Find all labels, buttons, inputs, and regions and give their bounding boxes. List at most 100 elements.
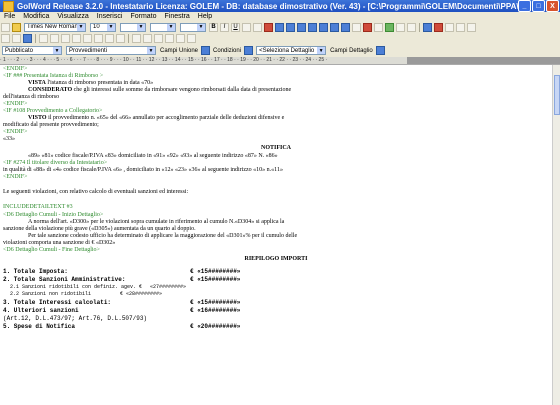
scrollbar-thumb[interactable] [554,75,560,115]
paste-icon[interactable] [467,22,476,32]
menu-finestra[interactable]: Finestra [165,13,190,20]
align-left-icon[interactable] [275,22,284,32]
color-select[interactable]: ▼ [180,22,206,32]
minimize-button[interactable]: _ [518,0,531,12]
menu-inserisci[interactable]: Inserisci [97,13,123,20]
doc-line: Le seguenti violazioni, con relativo cal… [3,189,189,195]
summary-label: 3. Totale Interessi calcolati: [3,299,112,306]
chevron-down-icon: ▼ [53,47,61,54]
title-bar: GolWord Release 3.2.0 - Intestatario Lic… [0,0,560,12]
paragraph-select[interactable]: ▼ [150,22,176,32]
subscript-icon[interactable] [253,22,262,32]
campi-dettaglio-label[interactable]: Campi Dettaglio [330,48,373,54]
new-doc-icon[interactable] [1,22,10,32]
app-icon [3,0,14,12]
summary-value: € «15########» [190,268,241,275]
copy-icon[interactable] [456,22,465,32]
print-icon[interactable] [396,22,405,32]
numbering-icon[interactable] [330,22,339,32]
table-toolbar [0,33,560,44]
doc-text: che gli interessi sulle somme da rimbors… [72,87,292,93]
document-body[interactable]: <ENDIF> <IF ### Presentata Istanza di Ri… [0,65,552,405]
table-col-icon[interactable] [61,34,70,43]
chevron-down-icon: ▼ [197,23,205,31]
field-toolbar: Pubblicato ▼ Provvedimenti ▼ Campi Unione … [0,44,560,57]
condizioni-icon[interactable] [244,46,254,55]
table-merge-icon[interactable] [72,34,81,43]
summary-label: 2.2 Sanzioni non ridotibili [10,291,92,297]
frame-icon[interactable] [374,22,383,32]
toolbar-separator [128,34,129,43]
redo-icon[interactable] [23,34,32,43]
publish-value: Pubblicato [5,47,34,54]
bold-button[interactable]: B [209,22,218,32]
campi-unione-label[interactable]: Campi Unione [160,48,198,54]
toolbar-separator [35,34,36,43]
document-type-select[interactable]: Provvedimenti ▼ [66,46,156,55]
font-name-select[interactable]: Times New Roman ▼ [24,22,86,32]
ruler[interactable]: · 1 · · · 2 · · · 3 · · · 4 · · · 5 · · … [0,57,560,65]
table-split-icon[interactable] [83,34,92,43]
campi-unione-icon[interactable] [201,46,211,55]
cut-icon[interactable] [445,22,454,32]
chevron-down-icon: ▼ [137,23,145,31]
notifica-heading: NOTIFICA [260,145,291,151]
document-type-value: Provvedimenti [69,47,108,54]
cell-left-icon[interactable] [165,34,174,43]
table-row-icon[interactable] [50,34,59,43]
detail-value: <Seleziona Dettaglio [259,47,315,54]
detail-select[interactable]: <Seleziona Dettaglio ▼ [256,46,327,55]
menu-modifica[interactable]: Modifica [23,13,49,20]
superscript-icon[interactable] [242,22,251,32]
chevron-down-icon: ▼ [107,23,115,31]
ruler-scale: · 1 · · · 2 · · · 3 · · · 4 · · · 5 · · … [0,57,328,63]
doc-line: <ENDIF> [3,174,28,180]
table-delete-icon[interactable] [105,34,114,43]
indent-icon[interactable] [341,22,350,32]
doc-text: il provvedimento n. «65» del «66» annull… [46,115,285,121]
grid-icon[interactable] [423,22,432,32]
font-size-select[interactable]: 10 ▼ [90,22,116,32]
publish-select[interactable]: Pubblicato ▼ [2,46,62,55]
toolbar-separator [419,22,420,32]
maximize-button[interactable]: □ [532,0,545,12]
cell-right-icon[interactable] [176,34,185,43]
campi-dettaglio-icon[interactable] [375,46,385,55]
table-insert-icon[interactable] [39,34,48,43]
undo-icon[interactable] [12,34,21,43]
cell-top-icon[interactable] [132,34,141,43]
justify-icon[interactable] [308,22,317,32]
align-center-icon[interactable] [286,22,295,32]
table-props-icon[interactable] [116,34,125,43]
table-icon[interactable] [352,22,361,32]
cell-bottom-icon[interactable] [154,34,163,43]
cell-middle-icon[interactable] [143,34,152,43]
doc-bold: CONSIDERATO [28,87,73,93]
bullets-icon[interactable] [319,22,328,32]
insert-field-icon[interactable] [385,22,394,32]
underline-button[interactable]: U [231,22,240,32]
riepilogo-heading: RIEPILOGO IMPORTI [244,256,308,262]
menu-visualizza[interactable]: Visualizza [57,13,88,20]
style-select[interactable]: ▼ [120,22,146,32]
preview-icon[interactable] [407,22,416,32]
cell-fill-icon[interactable] [187,34,196,43]
menu-help[interactable]: Help [198,13,212,20]
menu-formato[interactable]: Formato [130,13,156,20]
italic-button[interactable]: I [220,22,229,32]
image-icon[interactable] [363,22,372,32]
summary-value: € «15########» [190,276,241,283]
condizioni-label[interactable]: Condizioni [213,48,241,54]
doc-text: l'istanza di rimborso presentata in data… [45,80,154,86]
summary-value: € «16########» [190,307,241,314]
save-icon[interactable] [1,34,10,43]
align-right-icon[interactable] [297,22,306,32]
chart-icon[interactable] [434,22,443,32]
open-folder-icon[interactable] [12,22,21,32]
close-button[interactable]: X [546,0,559,12]
font-color-icon[interactable] [264,22,273,32]
menu-file[interactable]: File [4,13,15,20]
chevron-down-icon: ▼ [147,47,155,54]
vertical-scrollbar[interactable] [552,65,560,405]
table-border-icon[interactable] [94,34,103,43]
